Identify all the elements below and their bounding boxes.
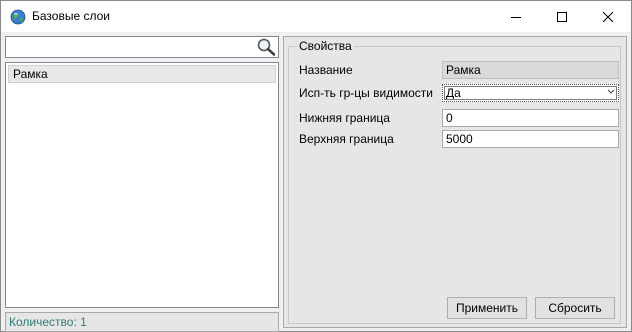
lower-bound-label: Нижняя граница: [299, 111, 390, 125]
properties-group: Свойства Название Рамка Исп-ть гр-цы вид…: [288, 39, 621, 324]
close-button[interactable]: [585, 1, 631, 32]
name-label: Название: [299, 63, 353, 77]
search-button[interactable]: [255, 37, 277, 57]
globe-icon: [10, 9, 26, 25]
use-visibility-label: Исп-ть гр-цы видимости: [299, 86, 433, 100]
close-icon: [603, 11, 613, 22]
use-visibility-value: Да: [446, 86, 461, 100]
minimize-icon: [511, 16, 521, 18]
use-visibility-select[interactable]: Да: [442, 84, 619, 102]
title-bar: Базовые слои: [1, 1, 631, 32]
window-title: Базовые слои: [32, 9, 110, 23]
maximize-button[interactable]: [539, 1, 585, 32]
client-area: Рамка Количество: 1 Свойства Название Ра…: [1, 32, 631, 332]
chevron-down-icon: [607, 89, 615, 94]
group-title: Свойства: [297, 39, 354, 53]
lower-bound-field[interactable]: 0: [442, 109, 619, 127]
maximize-icon: [557, 11, 567, 22]
layers-list[interactable]: Рамка: [5, 62, 279, 308]
name-field: Рамка: [442, 61, 619, 79]
upper-bound-field[interactable]: 5000: [442, 130, 619, 148]
reset-button[interactable]: Сбросить: [535, 297, 615, 319]
search-box: [5, 36, 279, 58]
layers-pane: Рамка Количество: 1: [5, 36, 279, 332]
magnifier-icon: [257, 38, 276, 56]
count-status: Количество: 1: [5, 312, 279, 332]
properties-pane: Свойства Название Рамка Исп-ть гр-цы вид…: [283, 36, 627, 328]
window: Базовые слои Рамка Количество: 1 Свойств…: [0, 0, 632, 332]
search-input[interactable]: [8, 39, 248, 55]
upper-bound-label: Верхняя граница: [299, 132, 394, 146]
list-item[interactable]: Рамка: [8, 65, 276, 83]
apply-button[interactable]: Применить: [447, 297, 527, 319]
minimize-button[interactable]: [493, 1, 539, 32]
